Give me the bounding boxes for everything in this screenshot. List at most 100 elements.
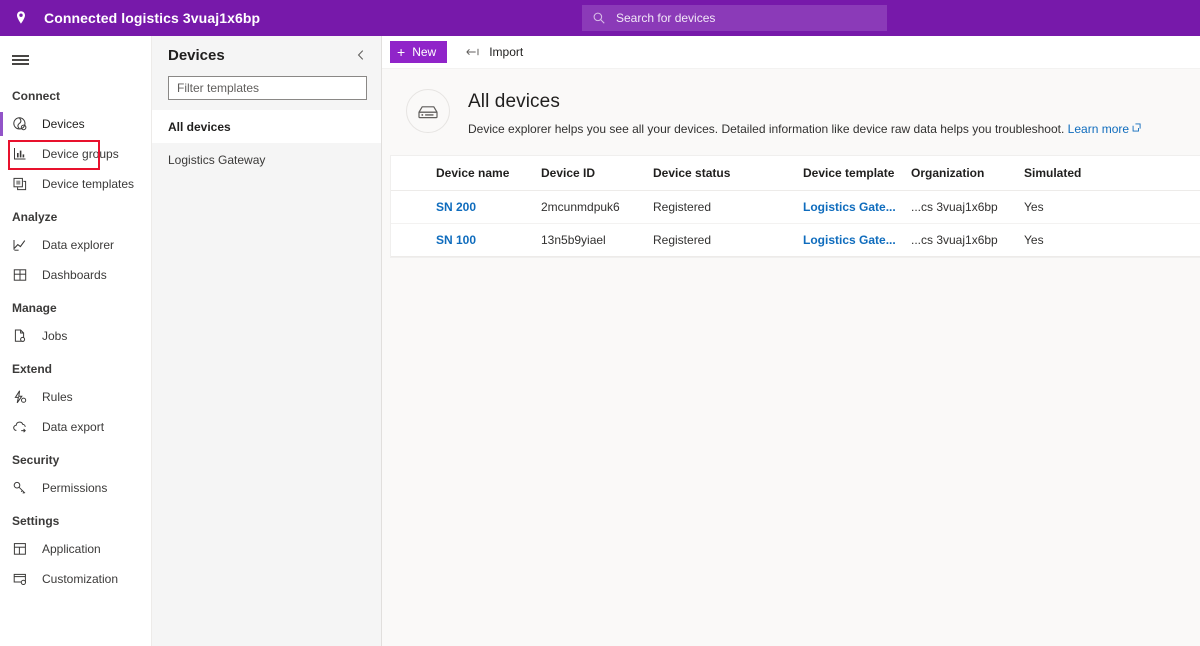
main-content: + New Import All devices Device explorer… (382, 36, 1200, 646)
location-pin-icon (12, 9, 30, 27)
table-row[interactable]: SN 200 2mcunmdpuk6 Registered Logistics … (391, 190, 1200, 224)
cell-device-template: Logistics Gate... (803, 223, 911, 257)
page-header: All devices Device explorer helps you se… (382, 69, 1200, 136)
iot-central-app: Connected logistics 3vuaj1x6bp Search fo… (0, 0, 1200, 646)
sidebar-item-customization[interactable]: Customization (0, 564, 151, 594)
devices-table-body: SN 200 2mcunmdpuk6 Registered Logistics … (391, 190, 1200, 257)
dashboard-grid-icon (12, 267, 28, 283)
customization-icon (12, 571, 28, 587)
template-item-label: All devices (168, 119, 231, 134)
row-checkbox-cell[interactable] (391, 190, 436, 224)
page-title: All devices (468, 91, 560, 112)
sidebar-item-label: Data explorer (42, 238, 115, 252)
column-header-device-status[interactable]: Device status (653, 156, 803, 191)
app-title: Connected logistics 3vuaj1x6bp (44, 10, 261, 26)
line-chart-icon (12, 237, 28, 253)
device-template-link[interactable]: Logistics Gate... (803, 233, 896, 247)
sidebar-item-label: Application (42, 542, 101, 556)
page-header-text: All devices Device explorer helps you se… (468, 89, 1141, 136)
sidebar-item-application[interactable]: Application (0, 534, 151, 564)
sidebar-item-data-export[interactable]: Data export (0, 412, 151, 442)
device-box-icon (406, 89, 450, 133)
cell-device-name: SN 100 (436, 223, 541, 257)
devices-icon (12, 116, 28, 132)
page-description-text: Device explorer helps you see all your d… (468, 122, 1065, 136)
sidebar-item-rules[interactable]: Rules (0, 382, 151, 412)
learn-more-link[interactable]: Learn more (1068, 122, 1141, 136)
cell-device-template: Logistics Gate... (803, 190, 911, 224)
import-button-label: Import (489, 45, 524, 59)
select-all-column[interactable] (391, 156, 436, 191)
table-row[interactable]: SN 100 13n5b9yiael Registered Logistics … (391, 223, 1200, 257)
template-item-label: Logistics Gateway (168, 152, 266, 167)
brand-area: Connected logistics 3vuaj1x6bp (0, 9, 260, 27)
cell-device-status: Registered (653, 190, 803, 224)
command-bar: + New Import (382, 36, 1200, 69)
sidebar-item-dashboards[interactable]: Dashboards (0, 260, 151, 290)
hamburger-menu-button[interactable] (0, 42, 151, 78)
cell-device-name: SN 200 (436, 190, 541, 224)
cell-organization: ...cs 3vuaj1x6bp (911, 223, 1024, 257)
sidebar-item-label: Data export (42, 420, 105, 434)
sidebar-item-devices[interactable]: Devices (0, 109, 151, 139)
cell-organization: ...cs 3vuaj1x6bp (911, 190, 1024, 224)
devices-table-card: Device name Device ID Device status Devi… (390, 155, 1200, 258)
nav-group-title-manage: Manage (12, 301, 57, 315)
nav-group-title-security: Security (12, 453, 60, 467)
filter-templates-input[interactable] (168, 76, 367, 100)
top-header-bar: Connected logistics 3vuaj1x6bp Search fo… (0, 0, 1200, 36)
jobs-icon (12, 328, 28, 344)
new-button-label: New (412, 45, 437, 59)
learn-more-label: Learn more (1067, 122, 1130, 136)
chevron-left-icon[interactable] (353, 47, 369, 63)
device-template-link[interactable]: Logistics Gate... (803, 200, 896, 214)
column-header-organization[interactable]: Organization (911, 156, 1024, 191)
search-icon (592, 11, 606, 25)
devices-table-head: Device name Device ID Device status Devi… (391, 156, 1200, 191)
sidebar-item-label: Device templates (42, 177, 135, 191)
new-device-button[interactable]: + New (390, 41, 448, 63)
cell-simulated: Yes (1024, 223, 1200, 257)
row-checkbox-cell[interactable] (391, 223, 436, 257)
device-templates-icon (12, 176, 28, 192)
device-name-link[interactable]: SN 100 (436, 233, 476, 247)
device-name-link[interactable]: SN 200 (436, 200, 476, 214)
sidebar-item-label: Device groups (42, 147, 119, 161)
rules-icon (12, 389, 28, 405)
sidebar-item-permissions[interactable]: Permissions (0, 473, 151, 503)
column-header-device-name[interactable]: Device name (436, 156, 541, 191)
template-item-all-devices[interactable]: All devices (152, 110, 381, 143)
cloud-export-icon (12, 419, 28, 435)
sidebar-item-device-templates[interactable]: Device templates (0, 169, 151, 199)
external-link-icon (1132, 123, 1141, 132)
table-header-row: Device name Device ID Device status Devi… (391, 156, 1200, 191)
application-icon (12, 541, 28, 557)
search-input[interactable]: Search for devices (582, 5, 887, 31)
nav-group-title-settings: Settings (12, 514, 60, 528)
devices-list-panel: Devices All devices Logistics Gateway (152, 36, 382, 646)
column-header-device-template[interactable]: Device template (803, 156, 911, 191)
sidebar-item-label: Rules (42, 390, 73, 404)
nav-group-title-extend: Extend (12, 362, 53, 376)
column-header-simulated[interactable]: Simulated (1024, 156, 1200, 191)
template-item-logistics-gateway[interactable]: Logistics Gateway (152, 143, 381, 176)
cell-device-id: 2mcunmdpuk6 (541, 190, 653, 224)
import-button[interactable]: Import (465, 45, 523, 59)
hamburger-icon (12, 53, 29, 68)
cell-device-id: 13n5b9yiael (541, 223, 653, 257)
sidebar-item-label: Dashboards (42, 268, 107, 282)
sidebar-item-label: Devices (42, 117, 85, 131)
sidebar-item-data-explorer[interactable]: Data explorer (0, 230, 151, 260)
key-icon (12, 480, 28, 496)
left-navigation: Connect Devices Device groups Device tem… (0, 36, 152, 646)
column-header-device-id[interactable]: Device ID (541, 156, 653, 191)
sidebar-item-label: Jobs (42, 329, 68, 343)
cell-device-status: Registered (653, 223, 803, 257)
cell-simulated: Yes (1024, 190, 1200, 224)
sidebar-item-jobs[interactable]: Jobs (0, 321, 151, 351)
app-body: Connect Devices Device groups Device tem… (0, 36, 1200, 646)
nav-group-title-connect: Connect (12, 89, 60, 103)
sidebar-item-device-groups[interactable]: Device groups (0, 139, 151, 169)
page-description: Device explorer helps you see all your d… (468, 122, 1141, 136)
nav-group-title-analyze: Analyze (12, 210, 58, 224)
